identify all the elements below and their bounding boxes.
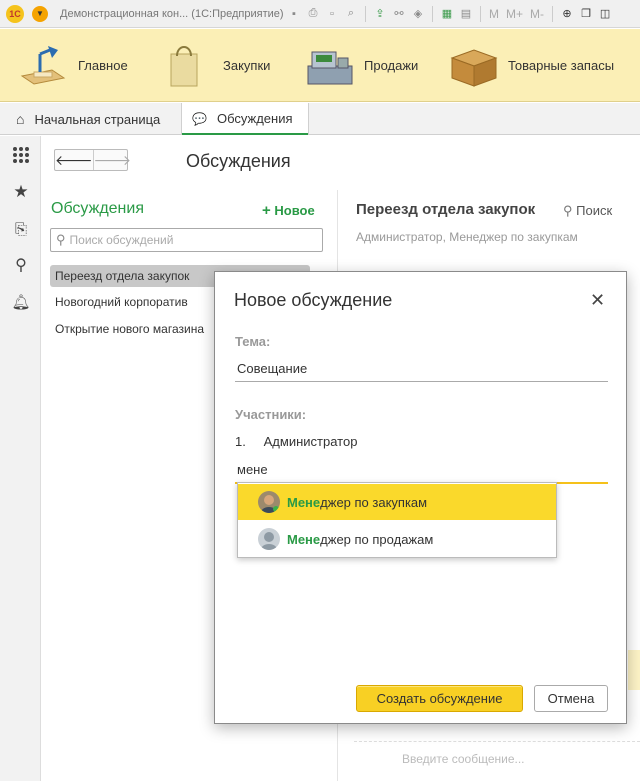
- detail-search-button[interactable]: ⚲ Поиск: [563, 203, 612, 219]
- section-stock[interactable]: Товарные запасы: [448, 29, 614, 102]
- page-title: Обсуждения: [186, 151, 291, 171]
- tab-home[interactable]: ⌂ Начальная страница: [0, 103, 181, 135]
- close-icon[interactable]: ✕: [590, 290, 605, 311]
- search-icon: ⚲: [56, 232, 66, 247]
- preview-icon[interactable]: ⌕: [343, 6, 359, 22]
- memory-plus-button[interactable]: M+: [504, 6, 525, 22]
- create-discussion-button[interactable]: Создать обсуждение: [356, 685, 523, 712]
- tab-home-label: Начальная страница: [34, 111, 161, 127]
- cancel-button[interactable]: Отмена: [534, 685, 608, 712]
- plus-icon: +: [262, 202, 271, 219]
- suggestion-rest: джер по закупкам: [320, 494, 428, 510]
- participants-label: Участники:: [235, 407, 307, 422]
- tab-discussions-label: Обсуждения: [216, 111, 293, 126]
- message-input[interactable]: Введите сообщение...: [354, 741, 640, 781]
- zoom-icon[interactable]: ⊕: [559, 6, 575, 22]
- window-toolbar: ▪ ⎙ ▫ ⌕ ⇪ ⚯ ◈ ▦ ▤ M M+ M- ⊕ ❐ ◫: [286, 5, 613, 22]
- discussion-search: ⚲: [50, 228, 323, 252]
- suggestion-item[interactable]: Мене джер по закупкам: [238, 484, 556, 520]
- 1c-logo-icon[interactable]: 1C: [6, 4, 24, 23]
- search-icon: ⚲: [563, 203, 573, 218]
- forward-arrow-icon[interactable]: 🡒: [94, 150, 132, 170]
- panels-icon[interactable]: ◫: [597, 6, 613, 22]
- discussion-participants: Администратор, Менеджер по закупкам: [356, 230, 578, 244]
- upload-icon[interactable]: ⇪: [372, 6, 388, 22]
- sections-panel: Главное Закупки Продажи Товарные запасы: [0, 29, 640, 102]
- participant-name: Администратор: [263, 434, 358, 449]
- cash-register-icon: [304, 44, 354, 88]
- new-discussion-dialog: Новое обсуждение ✕ Тема: Участники: 1. А…: [214, 271, 627, 724]
- home-icon: ⌂: [16, 111, 25, 127]
- avatar: [258, 491, 280, 513]
- suggestion-match: Мене: [287, 494, 321, 510]
- title-bar: 1C ▼ Демонстрационная кон... (1С:Предпри…: [0, 0, 640, 28]
- discussion-title: Переезд отдела закупок: [356, 201, 536, 218]
- nav-buttons: 🡐 🡒: [54, 149, 131, 171]
- detail-search-label: Поиск: [576, 203, 613, 218]
- main-menu-icon[interactable]: ▼: [32, 5, 48, 22]
- topic-label: Тема:: [235, 334, 271, 349]
- discussion-search-input[interactable]: [69, 233, 310, 247]
- section-purchases-label: Закупки: [223, 58, 271, 73]
- suggestion-match: Мене: [287, 531, 321, 547]
- desk-lamp-icon: [18, 44, 68, 88]
- apps-grid-icon[interactable]: [10, 144, 32, 166]
- save-icon[interactable]: ▪: [286, 6, 302, 22]
- tab-discussions[interactable]: 💬 Обсуждения: [181, 103, 309, 135]
- calculator-icon[interactable]: ▦: [439, 6, 455, 22]
- participant-number: 1.: [235, 434, 246, 449]
- memory-m-button[interactable]: M: [487, 6, 501, 22]
- search-icon[interactable]: ⚲: [10, 254, 32, 276]
- section-main[interactable]: Главное: [18, 29, 128, 102]
- new-discussion-label: Новое: [274, 203, 315, 218]
- calendar-icon[interactable]: ▤: [458, 6, 474, 22]
- link-icon[interactable]: ⚯: [391, 6, 407, 22]
- participant-input[interactable]: [235, 456, 608, 484]
- section-sales[interactable]: Продажи: [304, 29, 418, 102]
- section-stock-label: Товарные запасы: [508, 58, 615, 73]
- window-title: Демонстрационная кон... (1С:Предприятие): [60, 7, 284, 20]
- new-discussion-button[interactable]: + Новое: [262, 202, 315, 219]
- avatar: [258, 528, 280, 550]
- participant-suggestions: Мене джер по закупкам Мене джер по продажа…: [237, 482, 557, 558]
- notifications-bell-icon[interactable]: 🔔︎: [10, 291, 32, 313]
- bookmark-icon[interactable]: ◈: [410, 6, 426, 22]
- chat-icon: 💬: [192, 111, 207, 126]
- suggestion-rest: джер по продажам: [320, 531, 434, 547]
- restore-window-icon[interactable]: ❐: [578, 6, 594, 22]
- open-tabs-bar: ⌂ Начальная страница 💬 Обсуждения: [0, 103, 640, 135]
- print-icon[interactable]: ⎙: [305, 6, 321, 22]
- topic-field[interactable]: [235, 356, 608, 382]
- participant-row: 1. Администратор: [235, 434, 357, 449]
- dialog-title: Новое обсуждение: [234, 290, 393, 310]
- print-preview-icon[interactable]: ▫: [324, 6, 340, 22]
- discussions-list-title: Обсуждения: [51, 200, 144, 217]
- memory-minus-button[interactable]: M-: [528, 6, 546, 22]
- section-purchases[interactable]: Закупки: [163, 29, 270, 102]
- left-toolbar: ★ ⎘ ⚲ 🔔︎: [0, 136, 41, 781]
- history-icon[interactable]: ⎘: [10, 218, 32, 240]
- suggestion-item[interactable]: Мене джер по продажам: [238, 521, 556, 557]
- shopping-bag-icon: [163, 44, 213, 88]
- favorites-star-icon[interactable]: ★: [10, 181, 32, 203]
- section-main-label: Главное: [78, 58, 128, 73]
- message-highlight: [628, 650, 640, 690]
- section-sales-label: Продажи: [364, 58, 419, 73]
- box-icon: [448, 44, 498, 88]
- back-arrow-icon[interactable]: 🡐: [55, 150, 94, 170]
